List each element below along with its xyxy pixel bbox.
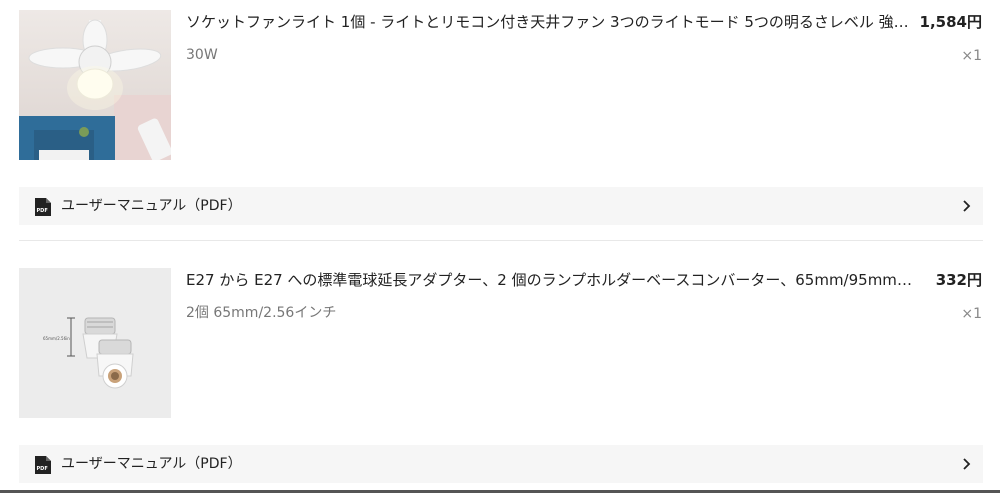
product-quantity: ×1: [961, 306, 982, 322]
product-variant: 30W: [186, 47, 218, 63]
user-manual-pdf-link[interactable]: PDF ユーザーマニュアル（PDF）: [19, 445, 983, 483]
user-manual-pdf-link[interactable]: PDF ユーザーマニュアル（PDF）: [19, 187, 983, 225]
chevron-right-icon: [963, 200, 971, 212]
product-price: 332円: [935, 271, 982, 289]
product-image-ceiling-fan-light[interactable]: [19, 10, 171, 160]
item-divider: [19, 240, 983, 241]
svg-text:65mm/2.56in: 65mm/2.56in: [43, 336, 70, 341]
product-title[interactable]: ソケットファンライト 1個 - ライトとリモコン付き天井ファン 3つのライトモー…: [186, 11, 912, 33]
product-title[interactable]: E27 から E27 への標準電球延長アダプター、2 個のランプホルダーベースコ…: [186, 269, 912, 291]
pdf-icon-text: PDF: [37, 208, 48, 214]
product-price: 1,584円: [919, 13, 982, 31]
chevron-right-icon: [963, 458, 971, 470]
product-image-e27-adapter[interactable]: 65mm/2.56in: [19, 268, 171, 418]
pdf-file-icon: PDF: [35, 456, 51, 474]
user-manual-label: ユーザーマニュアル（PDF）: [61, 198, 242, 214]
user-manual-label: ユーザーマニュアル（PDF）: [61, 456, 242, 472]
pdf-file-icon: PDF: [35, 198, 51, 216]
product-quantity: ×1: [961, 48, 982, 64]
pdf-icon-text: PDF: [37, 466, 48, 472]
product-variant: 2個 65mm/2.56インチ: [186, 305, 337, 321]
